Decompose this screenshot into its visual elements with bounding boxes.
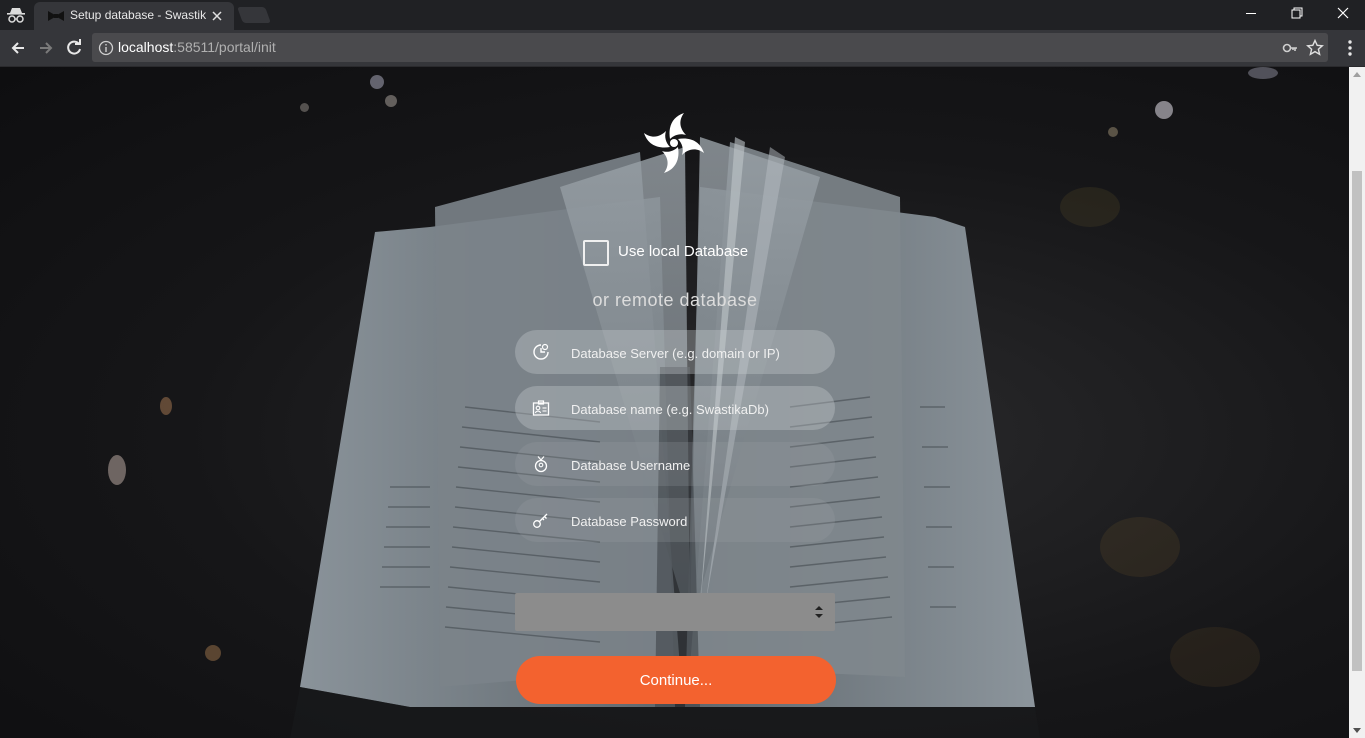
- database-username-field[interactable]: [515, 442, 835, 488]
- restore-icon[interactable]: [1274, 0, 1320, 30]
- new-tab-button[interactable]: [237, 7, 271, 23]
- remote-database-heading: or remote database: [592, 290, 758, 310]
- database-name-input[interactable]: [569, 386, 823, 432]
- key-icon: [533, 513, 548, 528]
- reload-icon[interactable]: [64, 38, 84, 58]
- back-arrow-icon[interactable]: [8, 38, 28, 58]
- database-provider-select[interactable]: [515, 593, 835, 631]
- bowtie-favicon-icon: [48, 11, 64, 21]
- database-password-input[interactable]: [569, 498, 823, 544]
- info-icon[interactable]: [98, 40, 114, 56]
- scroll-up-icon[interactable]: [1353, 71, 1361, 77]
- browser-titlebar: Setup database - Swastika: [0, 0, 1365, 30]
- bookmark-star-icon[interactable]: [1306, 39, 1324, 57]
- tab-close-icon[interactable]: [210, 9, 224, 23]
- scroll-down-icon[interactable]: [1353, 728, 1361, 734]
- continue-button[interactable]: Continue...: [516, 656, 836, 704]
- database-server-field[interactable]: [515, 330, 835, 376]
- browser-tab[interactable]: Setup database - Swastika: [34, 2, 234, 30]
- browser-menu-icon[interactable]: [1340, 38, 1360, 58]
- tab-title: Setup database - Swastika: [70, 8, 206, 22]
- database-server-input[interactable]: [569, 330, 823, 376]
- password-key-icon[interactable]: [1282, 40, 1298, 56]
- select-arrows-icon: [815, 606, 823, 618]
- scrollbar-thumb[interactable]: [1352, 171, 1362, 671]
- incognito-icon: [7, 8, 25, 23]
- id-card-icon: [532, 400, 550, 416]
- forward-arrow-icon[interactable]: [36, 38, 56, 58]
- database-username-input[interactable]: [569, 442, 823, 488]
- browser-toolbar: localhost:58511/portal/init: [0, 30, 1365, 67]
- user-icon: [534, 456, 548, 473]
- page-scrollbar[interactable]: [1349, 67, 1365, 738]
- url-path: :58511/portal/init: [173, 39, 276, 55]
- server-icon: [533, 343, 549, 360]
- database-name-field[interactable]: [515, 386, 835, 432]
- address-bar[interactable]: localhost:58511/portal/init: [92, 33, 1328, 62]
- url-text[interactable]: localhost:58511/portal/init: [118, 39, 276, 55]
- minimize-icon[interactable]: [1228, 0, 1274, 30]
- database-password-field[interactable]: [515, 498, 835, 544]
- swastika-logo-icon: [644, 113, 704, 173]
- use-local-database-checkbox[interactable]: [583, 240, 609, 266]
- page-viewport: Use local Database or remote database Da…: [0, 67, 1349, 738]
- close-window-icon[interactable]: [1320, 0, 1365, 30]
- url-host: localhost: [118, 39, 174, 55]
- use-local-database-label[interactable]: Use local Database: [618, 243, 748, 260]
